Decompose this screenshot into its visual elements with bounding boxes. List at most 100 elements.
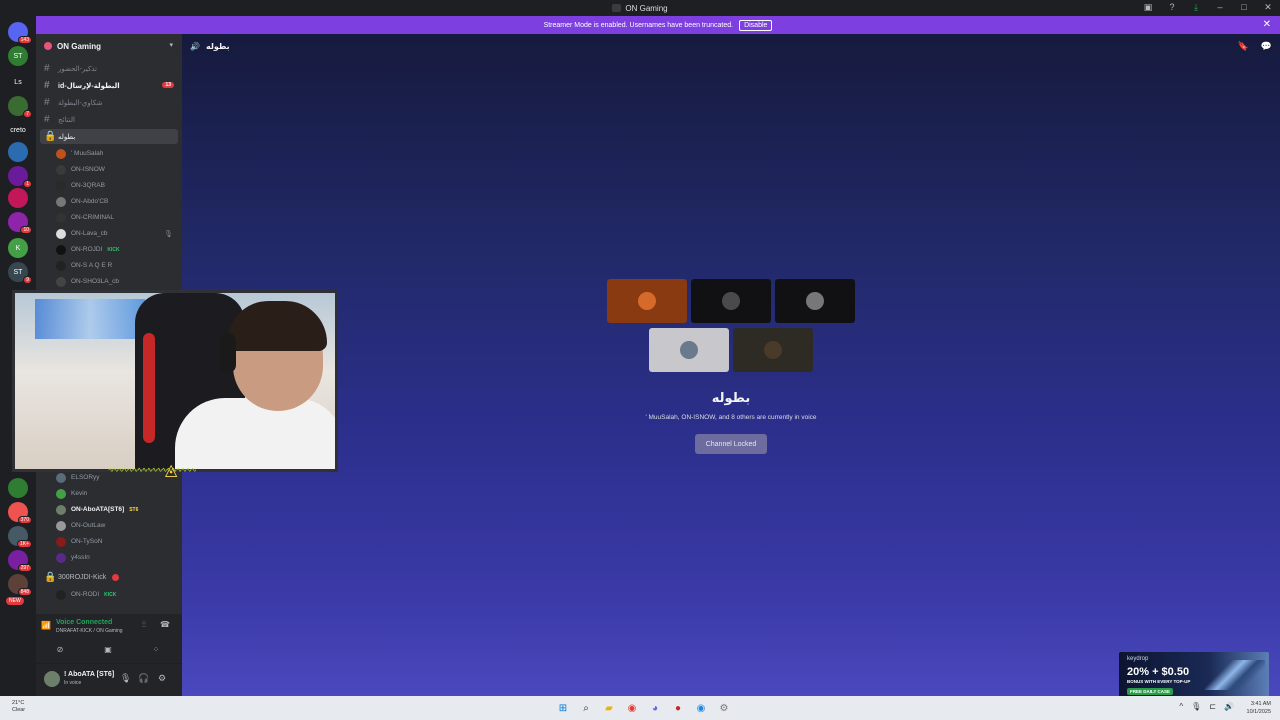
search-icon[interactable]: ⌕ bbox=[578, 700, 594, 716]
voice-user-name: Kevin bbox=[71, 490, 88, 497]
video-off-button[interactable]: ⊘ bbox=[40, 642, 80, 656]
participant-tile[interactable] bbox=[649, 328, 729, 372]
participant-tile[interactable] bbox=[775, 279, 855, 323]
avatar[interactable] bbox=[44, 671, 60, 687]
voice-user-name: ON-ISNOW bbox=[71, 166, 105, 173]
server-icon[interactable] bbox=[8, 142, 28, 162]
clock[interactable]: 3:41 AM 10/1/2025 bbox=[1247, 700, 1271, 716]
voice-channel-title: بطوله bbox=[711, 390, 751, 405]
download-icon[interactable]: ⤓ bbox=[1190, 2, 1202, 13]
microphone-icon[interactable]: 🎙 bbox=[120, 673, 131, 684]
voice-user-row[interactable]: Kevin bbox=[56, 486, 178, 501]
voice-channel-butola[interactable]: 🔒 بطوله bbox=[40, 129, 178, 144]
voice-user-row[interactable]: ON-CRIMINAL bbox=[56, 210, 178, 225]
voice-user-row[interactable]: ON-ISNOW bbox=[56, 162, 178, 177]
bookmark-icon[interactable]: 🔖 bbox=[1238, 41, 1249, 52]
activities-button[interactable]: ⁘ bbox=[136, 642, 176, 656]
server-icon[interactable]: 1K+ bbox=[8, 526, 32, 548]
voice-user-row[interactable]: ON-RODI KICK bbox=[56, 587, 178, 602]
hash-icon: # bbox=[44, 80, 50, 91]
mention-badge: 848 bbox=[17, 588, 32, 596]
live-dot-icon bbox=[112, 574, 120, 581]
server-icon[interactable]: 848 bbox=[8, 574, 32, 596]
maximize-button[interactable]: □ bbox=[1238, 2, 1250, 13]
close-window-button[interactable]: ✕ bbox=[1262, 2, 1274, 13]
title-bar: ON Gaming ▣ ? ⤓ – □ ✕ bbox=[0, 0, 1280, 16]
channel-locked-button[interactable]: Channel Locked bbox=[695, 434, 767, 454]
voice-user-row[interactable]: ON-ROJDI KICK bbox=[56, 242, 178, 257]
settings-icon[interactable]: ⚙ bbox=[716, 700, 732, 716]
server-icon[interactable]: ST bbox=[8, 46, 28, 66]
voice-user-row[interactable]: ON-3QRAB bbox=[56, 178, 178, 193]
settings-gear-icon[interactable]: ⚙ bbox=[158, 673, 166, 684]
server-icon[interactable]: 297 bbox=[8, 550, 32, 572]
avatar bbox=[56, 276, 66, 287]
screenshare-button[interactable]: ▣ bbox=[88, 642, 128, 656]
voice-channel-locked[interactable]: 🔒 300ROJDI-Kick bbox=[40, 570, 178, 585]
chrome-profile-icon[interactable]: ◉ bbox=[693, 700, 709, 716]
minimize-button[interactable]: – bbox=[1214, 2, 1226, 13]
voice-user-row[interactable]: ON-AboATA[ST6] ST6 bbox=[56, 502, 178, 517]
chrome-icon[interactable]: ◉ bbox=[624, 700, 640, 716]
participant-tile[interactable] bbox=[733, 328, 813, 372]
voice-user-row[interactable]: ON-TySoN bbox=[56, 534, 178, 549]
noise-suppression-icon[interactable]: ⫶⫶ bbox=[142, 620, 146, 630]
server-icon[interactable]: 10 bbox=[8, 212, 32, 234]
muted-mic-icon: 🎙 bbox=[164, 230, 173, 238]
server-icon[interactable]: 370 bbox=[8, 502, 32, 524]
inbox-icon[interactable]: ▣ bbox=[1142, 2, 1154, 13]
headphones-icon[interactable]: 🎧 bbox=[138, 673, 149, 684]
server-icon[interactable]: K bbox=[8, 238, 28, 258]
discord-icon[interactable]: ◕ bbox=[647, 700, 663, 716]
voice-user-row[interactable]: ON-SHO3LA_cb bbox=[56, 274, 178, 289]
text-channel[interactable]: # id-البطولة-لإرسال 13 bbox=[40, 78, 178, 93]
server-initials: ST bbox=[13, 52, 23, 60]
avatar bbox=[56, 228, 66, 239]
avatar bbox=[806, 292, 824, 310]
voice-user-row[interactable]: ON-Lava_cb 🎙 bbox=[56, 226, 178, 241]
voice-user-row[interactable]: y4ssIn bbox=[56, 550, 178, 565]
mic-tray-icon[interactable]: 🎙 bbox=[1191, 702, 1201, 711]
streamer-shirt-image bbox=[175, 398, 335, 469]
channel-name: تذكير-الحضور bbox=[58, 65, 97, 73]
server-icon[interactable] bbox=[8, 188, 28, 208]
keydrop-ad[interactable]: keydrop 20% + $0.50 BONUS WITH EVERY TOP… bbox=[1119, 652, 1269, 698]
voice-user-row[interactable]: ON-Abdo'CB bbox=[56, 194, 178, 209]
start-icon[interactable]: ⊞ bbox=[555, 700, 571, 716]
participant-tile[interactable] bbox=[607, 279, 687, 323]
voice-user-row[interactable]: ON-OutLaw bbox=[56, 518, 178, 533]
network-icon[interactable]: ⊏ bbox=[1209, 702, 1216, 711]
server-icon[interactable]: 143 bbox=[8, 22, 32, 44]
close-banner-icon[interactable]: ✕ bbox=[1263, 19, 1271, 30]
server-icon[interactable]: 7 bbox=[8, 96, 32, 118]
mention-badge: 1K+ bbox=[16, 540, 32, 548]
voice-user-row[interactable]: ON-S A Q E R bbox=[56, 258, 178, 273]
text-channel[interactable]: # شكاوي-البطولة bbox=[40, 95, 178, 110]
participant-tile[interactable] bbox=[691, 279, 771, 323]
voice-user-row[interactable]: ' MuuSalah bbox=[56, 146, 178, 161]
file-explorer-icon[interactable]: ▰ bbox=[601, 700, 617, 716]
text-channel[interactable]: # تذكير-الحضور bbox=[40, 61, 178, 76]
server-icon[interactable]: 1 bbox=[8, 166, 32, 188]
tray-expand-icon[interactable]: ^ bbox=[1179, 702, 1183, 711]
server-icon[interactable] bbox=[8, 478, 28, 498]
weather-widget[interactable]: 21°C Clear bbox=[12, 700, 25, 714]
voice-user-name: ON-Lava_cb bbox=[71, 230, 108, 237]
header-channel-name: بطوله bbox=[205, 41, 230, 51]
text-channel[interactable]: # النتائج bbox=[40, 112, 178, 127]
chat-icon[interactable]: 💬 bbox=[1261, 41, 1272, 52]
disable-streamer-mode-button[interactable]: Disable bbox=[739, 19, 773, 31]
app-icon[interactable]: ● bbox=[670, 700, 686, 716]
server-icon[interactable]: Ls bbox=[8, 72, 28, 92]
voice-connected-title[interactable]: Voice Connected bbox=[56, 619, 112, 626]
voice-connected-channel[interactable]: DNRAFAT-KICK / ON Gaming bbox=[56, 628, 123, 634]
server-icon[interactable]: creto bbox=[8, 120, 28, 140]
volume-icon[interactable]: 🔊 bbox=[1224, 702, 1234, 711]
mention-badge: 370 bbox=[17, 516, 32, 524]
help-icon[interactable]: ? bbox=[1166, 2, 1178, 13]
server-icon[interactable]: ST 9 bbox=[8, 262, 32, 284]
server-initials: Ls bbox=[14, 78, 22, 86]
avatar bbox=[680, 341, 698, 359]
disconnect-icon[interactable]: ☎ bbox=[160, 620, 170, 629]
guild-header[interactable]: ON Gaming ▾ bbox=[36, 34, 182, 58]
